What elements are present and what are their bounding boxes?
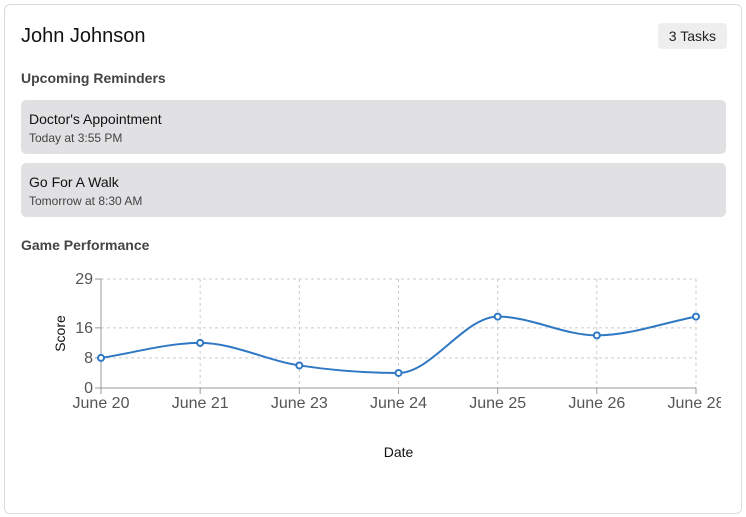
data-point — [592, 331, 601, 340]
reminder-time: Today at 3:55 PM — [29, 131, 123, 145]
reminders-heading: Upcoming Reminders — [21, 70, 166, 86]
x-tick-label: June 28 — [668, 395, 721, 412]
reminder-title: Go For A Walk — [29, 174, 119, 190]
y-tick-label: 16 — [75, 320, 93, 337]
performance-heading: Game Performance — [21, 237, 150, 253]
performance-chart: 081629June 20 June 21 June 23 June 24 June 2… — [52, 271, 721, 460]
reminder-item[interactable]: Doctor's Appointment Today at 3:55 PM — [21, 100, 726, 154]
y-tick-label: 29 — [75, 271, 93, 288]
task-count-badge[interactable]: 3 Tasks — [657, 23, 727, 49]
y-tick-label: 8 — [84, 350, 93, 367]
x-tick-label: June 25 — [469, 395, 526, 412]
card-header: John Johnson 3 Tasks — [21, 23, 727, 53]
reminder-time: Tomorrow at 8:30 AM — [29, 194, 143, 208]
reminder-item[interactable]: Go For A Walk Tomorrow at 8:30 AM — [21, 163, 726, 217]
data-point — [394, 368, 403, 377]
user-name: John Johnson — [21, 25, 146, 47]
reminder-title: Doctor's Appointment — [29, 111, 162, 127]
x-tick-label: June 20 — [73, 395, 130, 412]
x-tick-label: June 24 — [370, 395, 427, 412]
data-point — [196, 338, 205, 347]
profile-card: John Johnson 3 Tasks Upcoming Reminders … — [4, 4, 742, 514]
data-point — [295, 361, 304, 370]
x-tick-label: June 21 — [172, 395, 229, 412]
x-tick-label: June 23 — [271, 395, 328, 412]
y-axis-label: Score — [52, 315, 68, 352]
data-point — [692, 312, 700, 321]
data-point — [97, 353, 105, 362]
x-tick-label: June 26 — [568, 395, 625, 412]
x-axis-label: Date — [384, 444, 414, 460]
data-point — [493, 312, 502, 321]
